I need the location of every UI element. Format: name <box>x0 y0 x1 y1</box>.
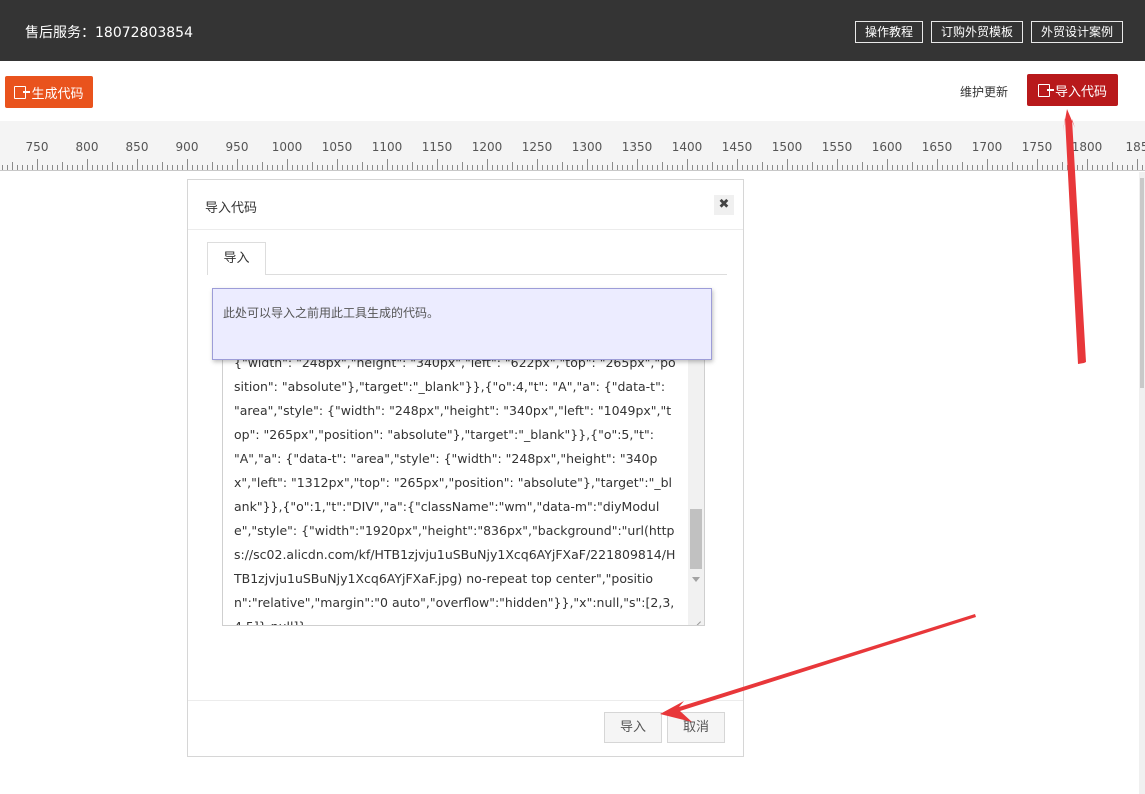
ruler-label: 1550 <box>821 140 853 154</box>
order-template-link[interactable]: 订购外贸模板 <box>930 21 1023 43</box>
generate-code-button[interactable]: 生成代码 <box>5 76 93 108</box>
ruler-label: 1100 <box>371 140 403 154</box>
ruler-label: 950 <box>225 140 249 154</box>
ruler-label: 1450 <box>721 140 753 154</box>
ruler-label: 1000 <box>271 140 303 154</box>
maintenance-update-link[interactable]: 维护更新 <box>960 83 1008 100</box>
ruler-label: 900 <box>175 140 199 154</box>
ruler-label: 800 <box>75 140 99 154</box>
dialog-divider <box>188 229 743 230</box>
page-scrollbar[interactable] <box>1139 172 1145 794</box>
ruler-label: 1600 <box>871 140 903 154</box>
ruler-label: 1350 <box>621 140 653 154</box>
tab-import[interactable]: 导入 <box>207 242 266 275</box>
horizontal-ruler: 750 800 850 900 950 1000 1050 1100 1150 1200 1250 1… <box>0 121 1145 171</box>
export-file-icon <box>14 85 31 99</box>
cancel-button[interactable]: 取消 <box>667 712 725 743</box>
code-textarea[interactable]: {"width": "248px","height": "340px","lef… <box>222 342 705 626</box>
ruler-label: 1750 <box>1021 140 1053 154</box>
hint-tooltip: 此处可以导入之前用此工具生成的代码。 <box>212 288 712 360</box>
page-scrollbar-thumb[interactable] <box>1140 178 1144 388</box>
import-file-icon <box>1037 83 1054 97</box>
top-bar: 售后服务：18072803854 操作教程 订购外贸模板 外贸设计案例 <box>0 0 1145 61</box>
generate-code-label: 生成代码 <box>31 86 84 102</box>
textarea-scrollbar[interactable] <box>688 343 704 625</box>
toolbar: 生成代码 维护更新 导入代码 <box>0 61 1145 121</box>
ruler-label: 1500 <box>771 140 803 154</box>
import-code-dialog: 导入代码 ✖ 导入 {"width": "248px","height": "3… <box>187 179 744 757</box>
ruler-label: 1050 <box>321 140 353 154</box>
ruler-label: 1250 <box>521 140 553 154</box>
close-icon[interactable]: ✖ <box>714 195 734 215</box>
import-confirm-button[interactable]: 导入 <box>604 712 662 743</box>
import-code-label: 导入代码 <box>1054 84 1107 100</box>
ruler-label: 1150 <box>421 140 453 154</box>
resize-grip-icon[interactable] <box>688 609 704 625</box>
after-sales-service-text: 售后服务：18072803854 <box>25 25 193 41</box>
design-cases-link[interactable]: 外贸设计案例 <box>1030 21 1123 43</box>
textarea-scroll-thumb[interactable] <box>690 509 702 569</box>
dialog-title: 导入代码 <box>205 201 258 216</box>
ruler-label: 1300 <box>571 140 603 154</box>
ruler-label: 1700 <box>971 140 1003 154</box>
scroll-down-icon[interactable] <box>692 577 700 582</box>
top-links: 操作教程 订购外贸模板 外贸设计案例 <box>854 21 1123 43</box>
ruler-label: 1800 <box>1071 140 1103 154</box>
import-code-button[interactable]: 导入代码 <box>1027 74 1118 106</box>
tab-underline <box>207 274 727 275</box>
ruler-label: 1650 <box>921 140 953 154</box>
ruler-label: 850 <box>125 140 149 154</box>
ruler-label: 185 <box>1125 140 1145 154</box>
ruler-label: 1200 <box>471 140 503 154</box>
dialog-footer-divider <box>188 700 743 701</box>
ruler-label: 1400 <box>671 140 703 154</box>
ruler-label: 750 <box>25 140 49 154</box>
ruler-ticks <box>2 159 1143 170</box>
code-text: {"width": "248px","height": "340px","lef… <box>234 355 676 625</box>
tutorial-link[interactable]: 操作教程 <box>854 21 923 43</box>
